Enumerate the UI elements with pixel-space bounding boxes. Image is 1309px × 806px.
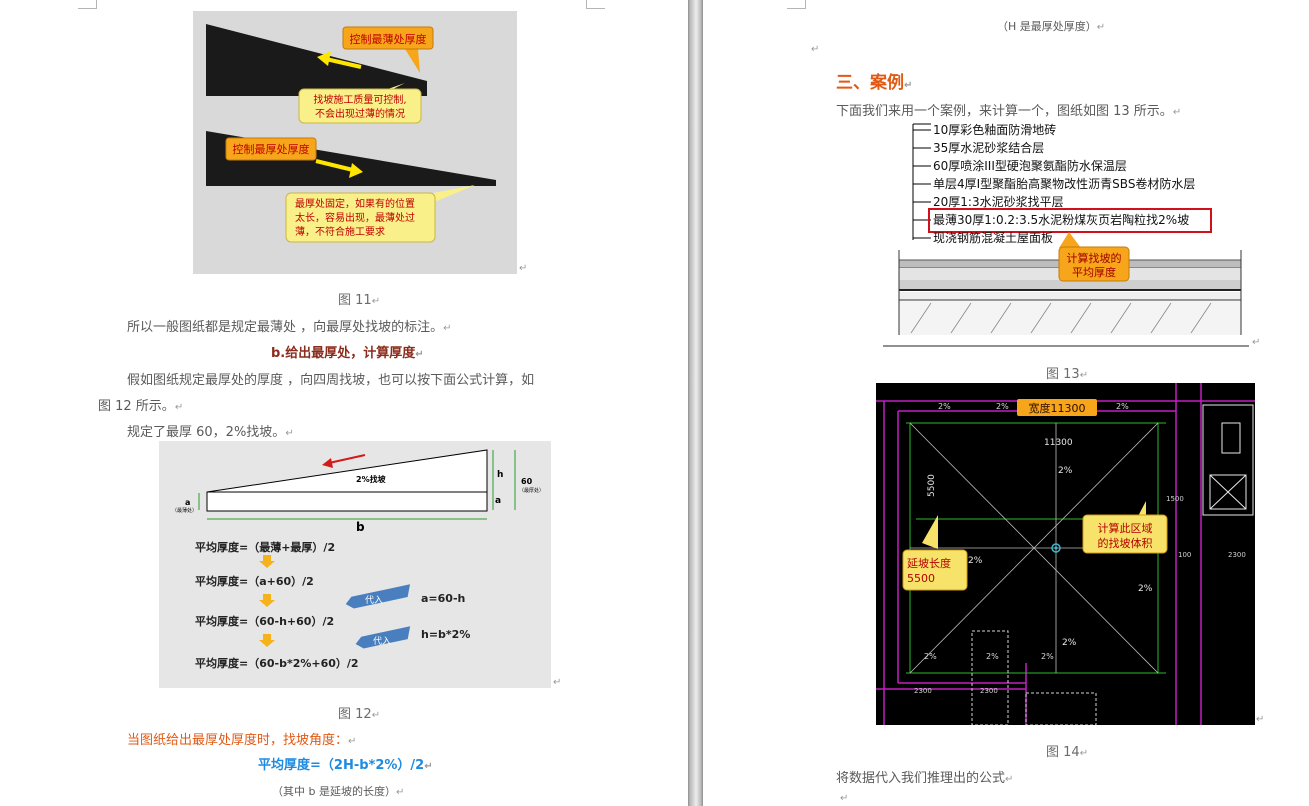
callout-avg-line2: 平均厚度: [1072, 265, 1116, 279]
figure-11: 控制最薄处厚度 找坡施工质量可控制, 不会出现过薄的情况 控制最厚处厚度 最厚处…: [193, 11, 517, 274]
document-page-right: （H 是最厚处厚度）↵ ↵ 三、案例↵ 下面我们来用一个案例，来计算一个，图纸如…: [703, 0, 1309, 806]
substitute-eq-1: a=60-h: [421, 592, 465, 605]
length-callout-line1: 延坡长度: [907, 556, 951, 570]
formula-final: 平均厚度=（2H-b*2%）/2↵: [258, 758, 433, 773]
layer-2: 35厚水泥砂浆结合层: [933, 140, 1044, 155]
substitute-arrow-icon: 代入: [345, 584, 411, 609]
paragraph-orange: 当图纸给出最厚处厚度时，找坡角度：↵: [127, 733, 357, 748]
caption-figure-14: 图 14↵: [1046, 745, 1089, 760]
formula-step-1: 平均厚度=（最薄+最厚）/2: [195, 540, 335, 554]
slope-arrow-icon: [322, 454, 366, 468]
slope-label: 2%找坡: [356, 474, 387, 484]
caption-figure-13: 图 13↵: [1046, 367, 1089, 382]
page-corner-mark: [787, 0, 806, 9]
figure-14: 2%2%2%2% 2%2%2% 11300 2% 2% 2% 2% 5500 2…: [876, 383, 1255, 725]
page-gutter: [688, 0, 703, 806]
layer-5: 20厚1:3水泥砂浆找平层: [933, 194, 1064, 209]
callout-avg-line1: 计算找坡的: [1067, 251, 1122, 265]
paragraph-intro: 下面我们来用一个案例，来计算一个，图纸如图 13 所示。↵: [836, 104, 1182, 119]
a-left-label: a: [185, 498, 190, 507]
svg-text:代入: 代入: [365, 595, 383, 606]
callout-thin-text: 控制最薄处厚度: [350, 32, 427, 46]
a-note: （最薄处）: [172, 507, 197, 514]
substitute-arrow-icon: 代入: [355, 626, 411, 649]
svg-text:2%: 2%: [996, 402, 1009, 411]
a-right-label: a: [495, 496, 501, 506]
paragraph-thinnest: 所以一般图纸都是规定最薄处 ，向最厚处找坡的标注。↵: [127, 320, 452, 335]
svg-text:2%: 2%: [924, 652, 937, 661]
figure-13: 10厚彩色釉面防滑地砖 35厚水泥砂浆结合层 60厚喷涂III型硬泡聚氨酯防水保…: [881, 120, 1251, 348]
dim-top: 11300: [1044, 438, 1073, 448]
paragraph-given: 规定了最厚 60，2%找坡。↵: [127, 425, 294, 440]
note-b: （其中 b 是延坡的长度）↵: [272, 785, 405, 798]
layer-1: 10厚彩色釉面防滑地砖: [933, 122, 1056, 137]
width-callout: 宽度11300: [1029, 401, 1086, 415]
layer-6-highlighted: 最薄30厚1:0.2:3.5水泥粉煤灰页岩陶粒找2%坡: [933, 212, 1189, 227]
paragraph-thickest-line1: 假如图纸规定最厚处的厚度 ，向四周找坡，也可以按下面公式计算，如: [127, 373, 535, 388]
svg-text:代入: 代入: [373, 636, 391, 647]
formula-step-3: 平均厚度=（60-h+60）/2: [195, 614, 334, 628]
formula-step-2: 平均厚度=（a+60）/2: [195, 574, 314, 588]
formula-step-4: 平均厚度=（60-b*2%+60）/2: [195, 656, 359, 670]
substitute-eq-2: h=b*2%: [421, 628, 470, 641]
dim-2300-b: 2300: [980, 687, 998, 695]
slope-top-label: 2%: [1058, 466, 1073, 476]
slope-right-label: 2%: [1138, 584, 1153, 594]
note-h: （H 是最厚处厚度）↵: [997, 20, 1106, 33]
paragraph-thickest-line2: 图 12 所示。↵: [98, 399, 184, 414]
svg-text:2%: 2%: [1116, 402, 1129, 411]
paragraph-substitute: 将数据代入我们推理出的公式↵: [836, 771, 1014, 786]
thick-note: （最厚处）: [519, 487, 544, 494]
callout-ok-line2: 不会出现过薄的情况: [315, 107, 405, 120]
thick-value: 60: [521, 477, 533, 486]
callout-ok-line1: 找坡施工质量可控制,: [313, 93, 406, 106]
area-callout-line2: 的找坡体积: [1098, 536, 1153, 550]
layer-4: 单层4厚I型聚酯胎高聚物改性沥青SBS卷材防水层: [933, 176, 1195, 191]
layer-7: 现浇钢筋混凝土屋面板: [933, 230, 1053, 245]
svg-text:2%: 2%: [986, 652, 999, 661]
b-label: b: [356, 520, 365, 534]
heading-b: b.给出最厚处，计算厚度↵: [271, 346, 424, 361]
slope-left-label: 2%: [968, 556, 983, 566]
down-arrow-icon: [259, 555, 275, 647]
page-corner-mark: [586, 0, 605, 9]
dim-left: 5500: [927, 474, 937, 497]
heading-case: 三、案例↵: [836, 73, 913, 93]
caption-figure-12: 图 12↵: [338, 707, 381, 722]
dim-100: 100: [1178, 551, 1191, 559]
caption-figure-11: 图 11↵: [338, 293, 381, 308]
document-page-left: 控制最薄处厚度 找坡施工质量可控制, 不会出现过薄的情况 控制最厚处厚度 最厚处…: [0, 0, 688, 806]
dim-1500: 1500: [1166, 495, 1184, 503]
callout-bad-line3: 薄，不符合施工要求: [295, 225, 385, 238]
dim-2300-c: 2300: [1228, 551, 1246, 559]
figure-12: 2%找坡 h a a （最薄处） 60 （最厚处） b 平均厚度=（最薄+最厚）…: [159, 441, 551, 688]
area-callout-line1: 计算此区域: [1098, 521, 1153, 535]
callout-thick-text: 控制最厚处厚度: [233, 142, 310, 156]
callout-bad-line2: 太长，容易出现，最薄处过: [295, 211, 415, 224]
svg-text:2%: 2%: [938, 402, 951, 411]
svg-text:2%: 2%: [1041, 652, 1054, 661]
callout-bad-line1: 最厚处固定，如果有的位置: [295, 197, 415, 210]
length-callout-line2: 5500: [907, 572, 935, 585]
h-label: h: [497, 470, 503, 480]
dim-2300-a: 2300: [914, 687, 932, 695]
slope-bottom-label: 2%: [1062, 638, 1077, 648]
layer-3: 60厚喷涂III型硬泡聚氨酯防水保温层: [933, 158, 1127, 173]
page-corner-mark: [78, 0, 97, 9]
